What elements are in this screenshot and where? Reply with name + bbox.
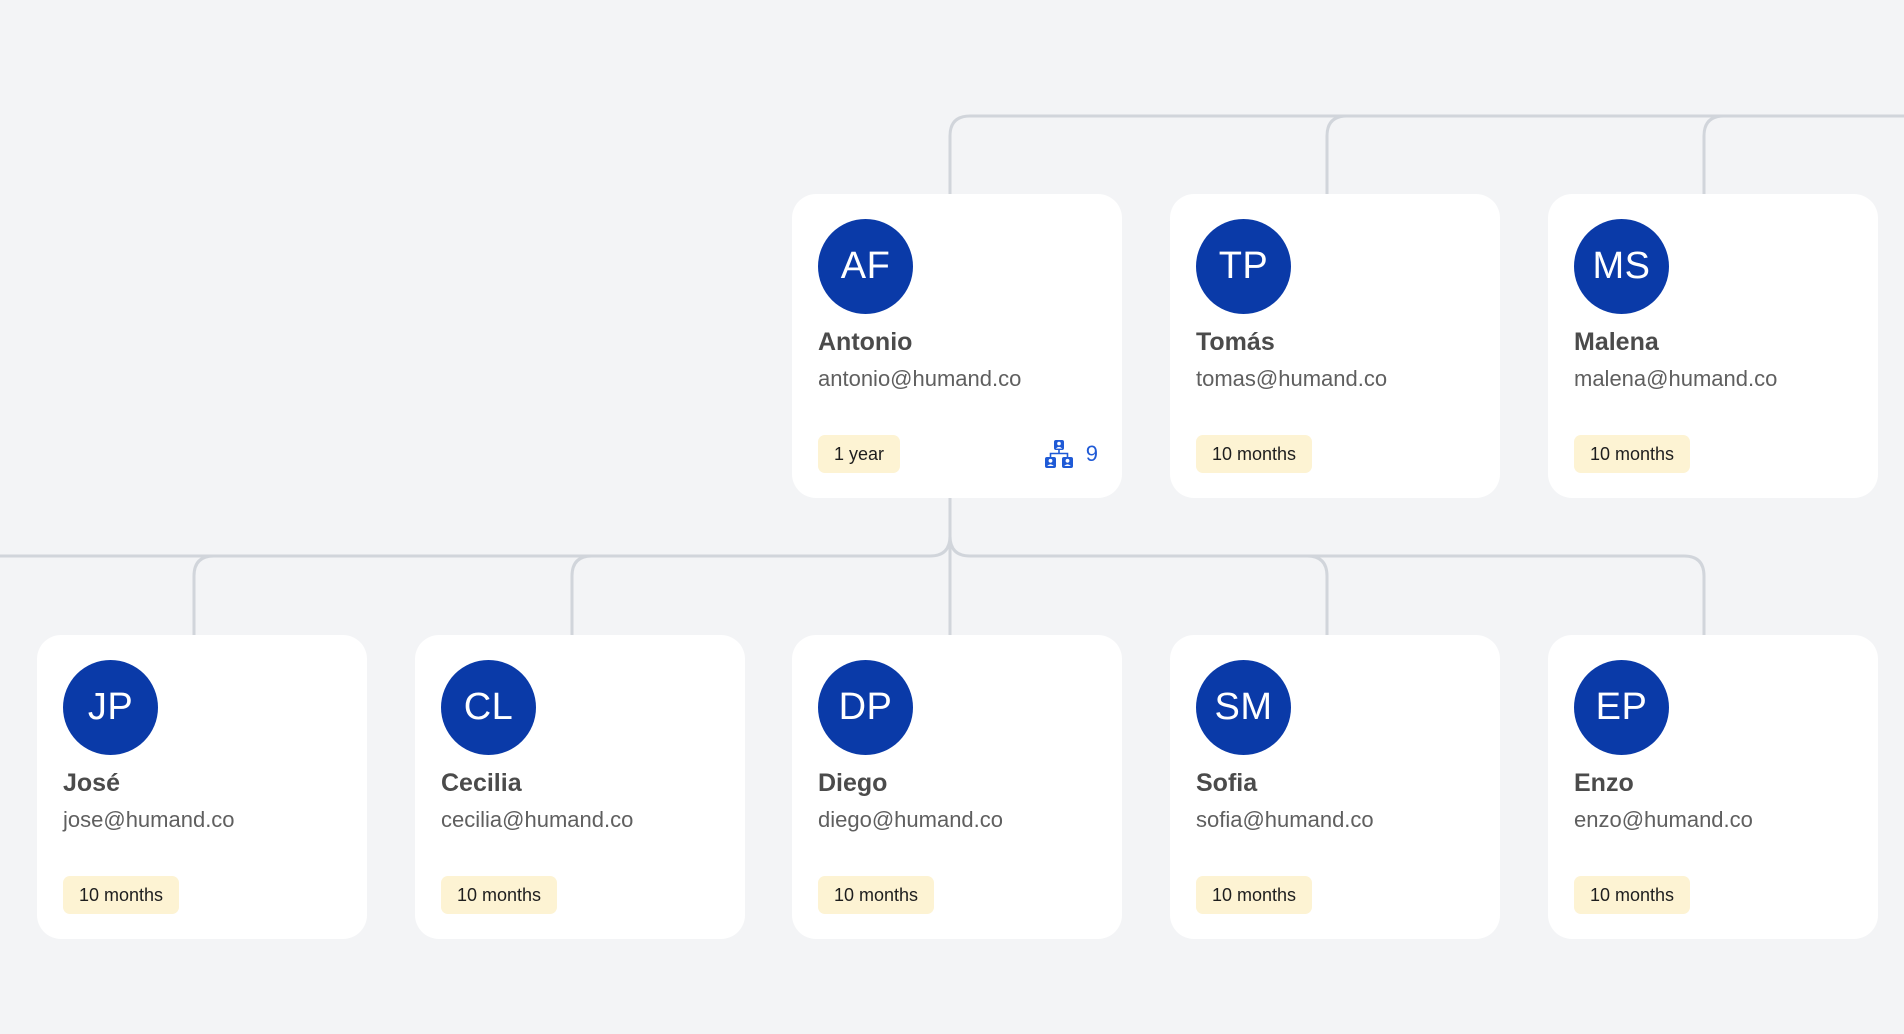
employee-name: Tomás [1196,328,1275,356]
connector-to-cecilia [570,554,593,635]
avatar: JP [63,660,158,755]
avatar: EP [1574,660,1669,755]
employee-name: Antonio [818,328,913,356]
tenure-badge: 10 months [818,876,935,914]
employee-card-sofia[interactable]: SM Sofia sofia@humand.co 10 months [1170,635,1500,939]
employee-name: Cecilia [441,769,522,797]
avatar: AF [818,219,913,314]
connector-to-jose [192,554,215,635]
employee-email: antonio@humand.co [818,366,1022,391]
employee-card-malena[interactable]: MS Malena malena@humand.co 10 months [1548,194,1878,498]
connector-antonio-down-right [948,535,1329,635]
employee-email: sofia@humand.co [1196,807,1374,832]
employee-name: José [63,769,120,797]
connector-top-horizontal [948,114,1904,194]
connector-to-malena [1702,114,1725,194]
employee-email: jose@humand.co [63,807,235,832]
connector-to-enzo [1307,554,1706,635]
employee-name: Enzo [1574,769,1634,797]
org-chart-icon [1044,440,1073,468]
tenure-badge: 10 months [441,876,558,914]
connector-to-tomas [1325,114,1348,194]
avatar: DP [818,660,913,755]
employee-email: enzo@humand.co [1574,807,1753,832]
employee-email: diego@humand.co [818,807,1004,832]
tenure-badge: 10 months [1574,876,1691,914]
avatar: TP [1196,219,1291,314]
employee-card-antonio[interactable]: AF Antonio antonio@humand.co 1 year 9 [792,194,1122,498]
employee-card-jose[interactable]: JP José jose@humand.co 10 months [37,635,367,939]
employee-card-diego[interactable]: DP Diego diego@humand.co 10 months [792,635,1122,939]
tenure-badge: 10 months [1196,876,1313,914]
tenure-badge: 10 months [1196,435,1313,473]
avatar: SM [1196,660,1291,755]
connector-antonio-down-left [0,498,952,558]
employee-email: malena@humand.co [1574,366,1778,391]
employee-name: Malena [1574,328,1659,356]
direct-reports-count: 9 [1085,441,1098,466]
employee-card-cecilia[interactable]: CL Cecilia cecilia@humand.co 10 months [415,635,745,939]
employee-name: Sofia [1196,769,1258,797]
tenure-badge: 1 year [818,435,901,473]
employee-email: tomas@humand.co [1196,366,1388,391]
direct-reports-button[interactable]: 9 [1044,436,1098,472]
employee-email: cecilia@humand.co [441,807,634,832]
avatar: CL [441,660,536,755]
tenure-badge: 10 months [1574,435,1691,473]
employee-name: Diego [818,769,888,797]
employee-card-tomas[interactable]: TP Tomás tomas@humand.co 10 months [1170,194,1500,498]
avatar: MS [1574,219,1669,314]
tenure-badge: 10 months [63,876,180,914]
employee-card-enzo[interactable]: EP Enzo enzo@humand.co 10 months [1548,635,1878,939]
